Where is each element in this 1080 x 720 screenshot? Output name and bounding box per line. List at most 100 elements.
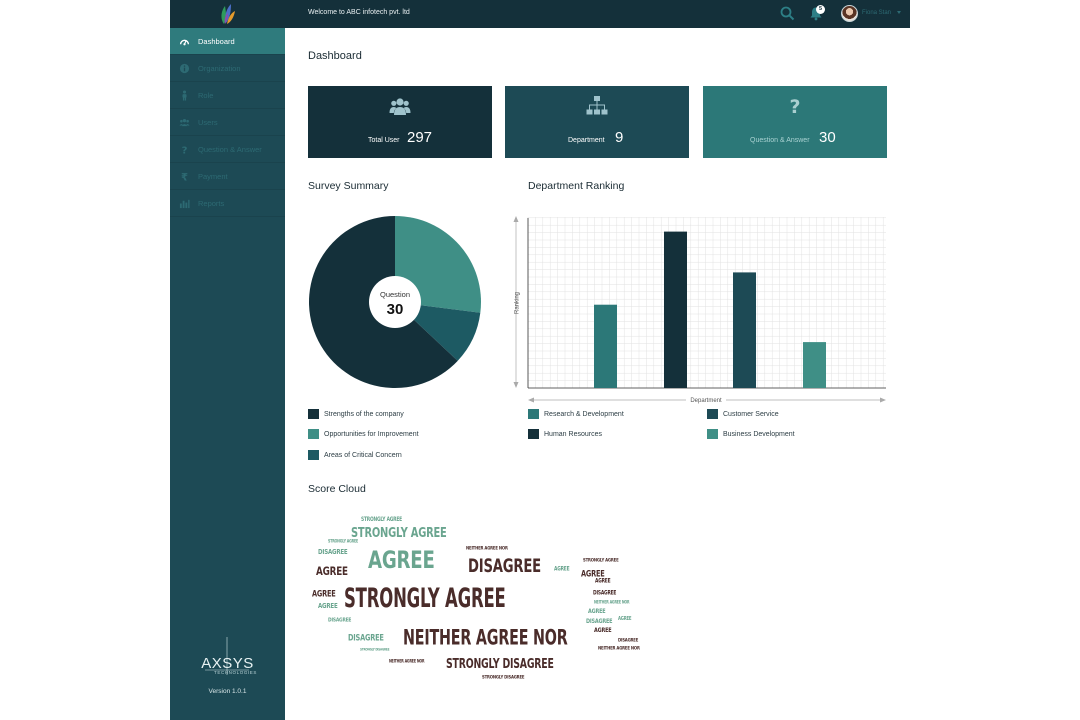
legend-swatch [308,429,319,439]
cloud-word: STRONGLY DISAGREE [360,646,390,652]
chart-grid [527,217,886,389]
x-axis-label: Department [690,398,722,404]
cloud-word: NEITHER AGREE NOR [403,626,568,651]
legend-swatch [528,409,539,419]
cloud-word: AGREE [312,588,336,600]
users-icon [170,117,198,128]
org-chart-icon [586,96,608,115]
cloud-word: AGREE [581,568,605,580]
cloud-word: STRONGLY AGREE [361,516,402,524]
cloud-word: DISAGREE [328,617,352,624]
cloud-word: NEITHER AGREE NOR [466,544,508,551]
sidebar-item-dashboard[interactable]: Dashboard [170,28,285,55]
sidebar-item-label: Organization [198,63,241,73]
legend-swatch [308,450,319,460]
svg-text:₹: ₹ [180,172,187,181]
person-icon [170,89,198,101]
stat-card-department[interactable]: Department 9 [505,86,689,158]
legend-label: Business Development [723,430,795,438]
cloud-word: STRONGLY DISAGREE [482,673,525,680]
cloud-word: DISAGREE [586,617,613,626]
cloud-word: AGREE [554,566,570,574]
pie-legend-item: Areas of Critical Concern [308,450,402,460]
notification-badge: 5 [816,5,825,14]
brand-subtitle: TECHNOLOGIES [214,670,257,675]
survey-summary-title: Survey Summary [308,180,389,192]
cloud-word: DISAGREE [618,636,639,643]
sidebar-item-label: Question & Answer [198,144,262,154]
stat-card-total-user[interactable]: Total User 297 [308,86,492,158]
bar-chart-icon [170,198,198,209]
svg-text:?: ? [789,96,800,117]
rupee-icon: ₹ [170,171,198,181]
page-title: Dashboard [308,50,362,62]
avatar[interactable] [841,5,858,22]
legend-swatch [308,409,319,419]
cloud-word: DISAGREE [468,556,541,578]
bar[interactable] [664,231,687,388]
stat-card-question-answer[interactable]: ? Question & Answer 30 [703,86,887,158]
top-bar: Welcome to ABC infotech pvt. ltd 5 Fiona… [285,0,910,28]
sidebar-item-organization[interactable]: Organization [170,55,285,82]
svg-text:?: ? [181,145,187,154]
sidebar-item-users[interactable]: Users [170,109,285,136]
pie-legend-item: Strengths of the company [308,409,404,419]
bar-legend-item: Human Resources [528,429,602,439]
department-ranking-title: Department Ranking [528,180,625,192]
sidebar-item-question-answer[interactable]: ? Question & Answer [170,136,285,163]
sidebar: Dashboard Organization Role Users ? Ques… [170,0,285,720]
cloud-word: AGREE [368,547,435,575]
cloud-word: STRONGLY AGREE [351,526,447,541]
legend-label: Strengths of the company [324,410,404,418]
cloud-word: DISAGREE [593,590,617,598]
pie-legend-item: Opportunities for Improvement [308,429,419,439]
dashboard-icon [170,36,198,47]
score-word-cloud: STRONGLY AGREE NEITHER AGREE NOR AGREE DISA… [308,512,653,690]
cloud-word: STRONGLY AGREE [344,582,506,614]
sidebar-item-reports[interactable]: Reports [170,190,285,217]
users-icon [389,98,411,115]
bar-legend-item: Customer Service [707,409,779,419]
bar-legend-item: Research & Development [528,409,624,419]
leaf-logo-icon [220,4,235,24]
survey-pie-chart: Question 30 [309,216,481,388]
sidebar-item-label: Dashboard [198,36,235,46]
cloud-word: DISAGREE [348,632,384,644]
cloud-word: STRONGLY DISAGREE [446,656,554,672]
legend-label: Customer Service [723,410,779,418]
sidebar-item-label: Users [198,117,218,127]
department-ranking-chart: Ranking Department [513,216,886,404]
bar[interactable] [803,342,826,388]
cloud-word: AGREE [595,578,611,586]
bar-legend-item: Business Development [707,429,795,439]
sidebar-item-role[interactable]: Role [170,82,285,109]
cloud-word: NEITHER AGREE NOR [594,599,630,605]
company-brand: AXSYS TECHNOLOGIES [170,635,285,675]
app-logo[interactable] [170,0,285,28]
bar-series [594,231,826,388]
bar[interactable] [594,304,617,388]
stat-value: 297 [407,129,433,146]
cloud-word: AGREE [588,607,606,616]
bar[interactable] [733,272,756,388]
username[interactable]: Fiona Stan [862,10,891,16]
cloud-word: DISAGREE [318,548,348,557]
search-icon[interactable] [780,6,795,21]
legend-label: Areas of Critical Concern [324,451,402,459]
sidebar-item-payment[interactable]: ₹ Payment [170,163,285,190]
welcome-text: Welcome to ABC infotech pvt. ltd [308,9,410,16]
stat-label: Question & Answer [750,137,810,144]
question-icon: ? [170,144,198,154]
y-axis-label: Ranking [515,292,521,314]
cloud-word: STRONGLY AGREE [328,538,359,544]
version-label: Version 1.0.1 [208,688,247,695]
cloud-word: AGREE [318,602,338,611]
legend-swatch [707,429,718,439]
stat-value: 9 [615,129,624,146]
sidebar-item-label: Role [198,90,214,100]
legend-label: Human Resources [544,430,602,438]
legend-label: Research & Development [544,410,624,418]
sidebar-item-label: Reports [198,198,225,208]
chevron-down-icon[interactable] [897,11,901,14]
legend-swatch [707,409,718,419]
